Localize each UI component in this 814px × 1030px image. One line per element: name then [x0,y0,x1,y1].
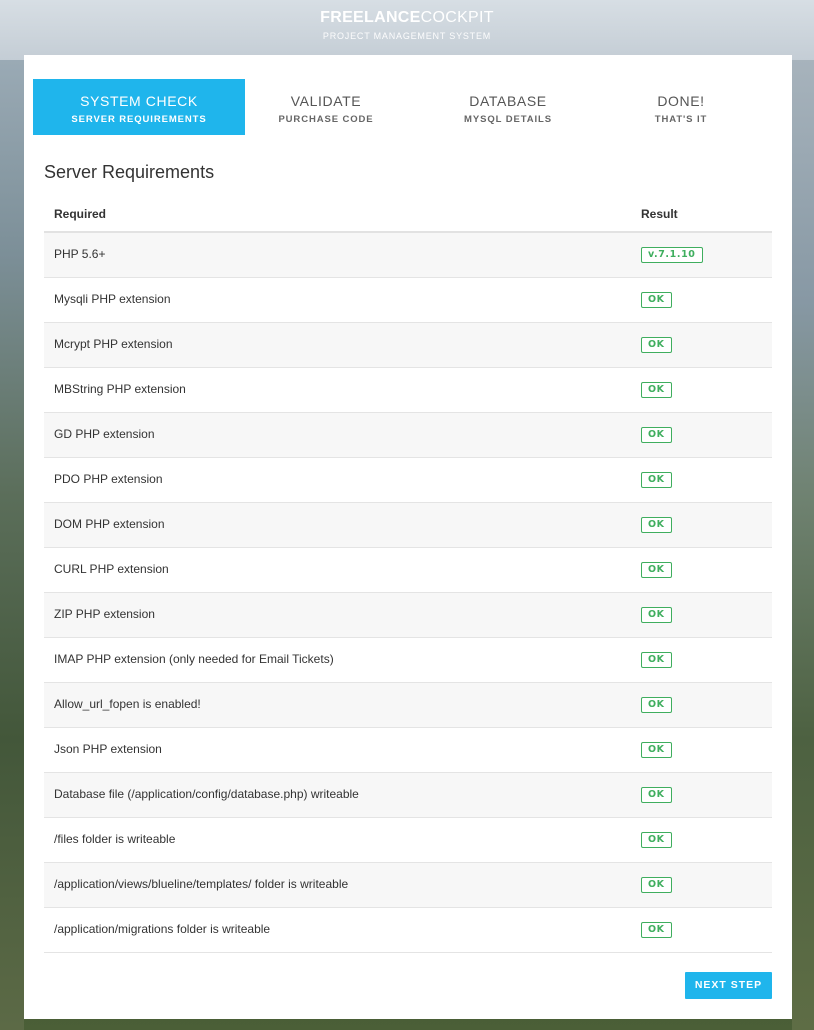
requirement-label: Allow_url_fopen is enabled! [54,697,201,711]
table-row: DOM PHP extension OK [44,503,772,548]
requirement-label: GD PHP extension [54,427,155,441]
status-badge: OK [641,787,672,803]
header-required: Required [54,207,107,221]
status-badge: OK [641,382,672,398]
table-row: Mysqli PHP extension OK [44,278,772,323]
requirement-label: IMAP PHP extension (only needed for Emai… [54,652,334,666]
background-right [792,60,814,1030]
table-row: /files folder is writeable OK [44,818,772,863]
table-row: Mcrypt PHP extension OK [44,323,772,368]
table-row: /application/views/blueline/templates/ f… [44,863,772,908]
step-subtitle: PURCHASE CODE [278,114,374,125]
step-subtitle: THAT'S IT [654,114,708,125]
status-badge: OK [641,652,672,668]
requirement-label: /application/migrations folder is writea… [54,922,271,936]
table-row: Allow_url_fopen is enabled! OK [44,683,772,728]
status-badge: OK [641,292,672,308]
table-body: PHP 5.6+ v.7.1.10 Mysqli PHP extension OK Mc… [44,233,772,953]
requirement-label: /files folder is writeable [54,832,176,846]
step-system-check[interactable]: SYSTEM CHECK SERVER REQUIREMENTS [33,79,245,135]
status-badge: OK [641,427,672,443]
table-row: Database file (/application/config/datab… [44,773,772,818]
status-badge: v.7.1.10 [641,247,703,263]
status-badge: OK [641,922,672,938]
requirement-label: Json PHP extension [54,742,162,756]
requirement-label: /application/views/blueline/templates/ f… [54,877,349,891]
step-done[interactable]: DONE! THAT'S IT [575,79,787,135]
section-title: Server Requirements [44,162,215,182]
table-row: ZIP PHP extension OK [44,593,772,638]
requirement-label: MBString PHP extension [54,382,186,396]
table-row: Json PHP extension OK [44,728,772,773]
requirement-label: PDO PHP extension [54,472,163,486]
status-badge: OK [641,517,672,533]
step-title: VALIDATE [290,93,362,109]
step-title: DONE! [657,93,705,109]
requirement-label: CURL PHP extension [54,562,169,576]
step-tabs: SYSTEM CHECK SERVER REQUIREMENTS VALIDAT… [33,79,775,135]
status-badge: OK [641,337,672,353]
table-header: Required Result [44,197,772,233]
requirements-table: Required Result PHP 5.6+ v.7.1.10 Mysqli P… [44,197,772,953]
status-badge: OK [641,607,672,623]
table-row: MBString PHP extension OK [44,368,772,413]
table-row: GD PHP extension OK [44,413,772,458]
requirement-label: DOM PHP extension [54,517,165,531]
step-subtitle: SERVER REQUIREMENTS [71,114,207,125]
background-left [0,60,24,1030]
table-row: PDO PHP extension OK [44,458,772,503]
brand-logo: FREELANCECOCKPIT [0,9,814,27]
requirement-label: Mysqli PHP extension [54,292,171,306]
brand-title-light: COCKPIT [420,9,494,26]
status-badge: OK [641,832,672,848]
requirement-label: Mcrypt PHP extension [54,337,173,351]
requirement-label: PHP 5.6+ [54,247,106,261]
table-row: PHP 5.6+ v.7.1.10 [44,233,772,278]
status-badge: OK [641,562,672,578]
table-row: /application/migrations folder is writea… [44,908,772,953]
table-row: IMAP PHP extension (only needed for Emai… [44,638,772,683]
step-title: SYSTEM CHECK [80,93,198,109]
requirement-label: Database file (/application/config/datab… [54,787,359,801]
installer-card: SYSTEM CHECK SERVER REQUIREMENTS VALIDAT… [24,55,792,1019]
brand-title-bold: FREELANCE [320,9,421,26]
brand-header: FREELANCECOCKPIT PROJECT MANAGEMENT SYST… [0,9,814,41]
table-row: CURL PHP extension OK [44,548,772,593]
brand-subtitle: PROJECT MANAGEMENT SYSTEM [322,31,492,41]
header-result: Result [641,207,678,221]
status-badge: OK [641,742,672,758]
status-badge: OK [641,697,672,713]
status-badge: OK [641,472,672,488]
status-badge: OK [641,877,672,893]
requirement-label: ZIP PHP extension [54,607,155,621]
step-validate[interactable]: VALIDATE PURCHASE CODE [220,79,432,135]
next-step-button[interactable]: NEXT STEP [685,972,772,999]
